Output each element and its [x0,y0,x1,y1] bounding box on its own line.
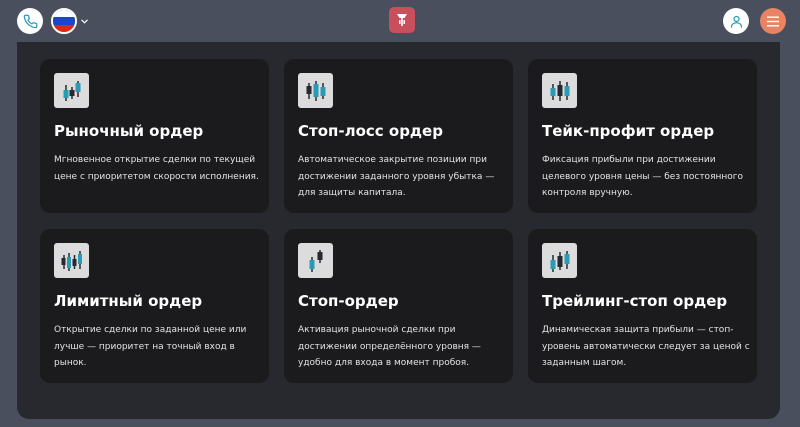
menu-button[interactable] [760,8,786,34]
card-title: Стоп-ордер [298,292,399,310]
phone-icon [23,14,37,28]
header-right-group [723,8,786,34]
card-description: Мгновенное открытие сделки по текущей це… [54,155,259,182]
card-description: Открытие сделки по заданной цене или луч… [54,325,247,368]
user-account-button[interactable] [723,8,749,34]
language-selector[interactable] [51,8,88,34]
header-left-group [17,8,88,34]
order-card-stop-loss[interactable]: Стоп-лосс ордер Автоматическое закрытие … [284,59,513,213]
top-bar [0,0,800,42]
card-title: Стоп-лосс ордер [298,122,443,140]
phone-button[interactable] [17,8,43,34]
card-title: Тейк-профит ордер [542,122,715,140]
order-card-take-profit[interactable]: Тейк-профит ордер Фиксация прибыли при д… [528,59,757,213]
order-card-limit[interactable]: Лимитный ордер Открытие сделки по заданн… [40,229,269,383]
card-description: Активация рыночной сделки при достижении… [298,325,481,368]
card-title: Лимитный ордер [54,292,203,310]
candlestick-chart-icon [542,243,577,278]
user-icon [730,15,742,28]
card-description: Автоматическое закрытие позиции при дост… [298,155,495,198]
card-title: Рыночный ордер [54,122,204,140]
brand-logo-button[interactable] [389,7,415,33]
order-card-trailing-stop[interactable]: Трейлинг-стоп ордер Динамическая защита … [528,229,757,383]
order-types-panel: Рыночный ордер Мгновенное открытие сделк… [17,42,780,419]
order-card-stop[interactable]: Стоп-ордер Активация рыночной сделки при… [284,229,513,383]
card-description: Фиксация прибыли при достижении целевого… [542,155,743,198]
candlestick-chart-icon [298,73,333,108]
card-description: Динамическая защита прибыли — стоп-урове… [542,325,750,368]
russia-flag-icon [51,8,77,34]
brand-logo-icon [397,14,407,26]
candlestick-chart-icon [542,73,577,108]
candlestick-chart-icon [298,243,333,278]
candlestick-chart-icon [54,243,89,278]
card-title: Трейлинг-стоп ордер [542,292,728,310]
order-card-market[interactable]: Рыночный ордер Мгновенное открытие сделк… [40,59,269,213]
hamburger-menu-icon [767,16,779,26]
chevron-down-icon [80,17,88,25]
candlestick-chart-icon [54,73,89,108]
